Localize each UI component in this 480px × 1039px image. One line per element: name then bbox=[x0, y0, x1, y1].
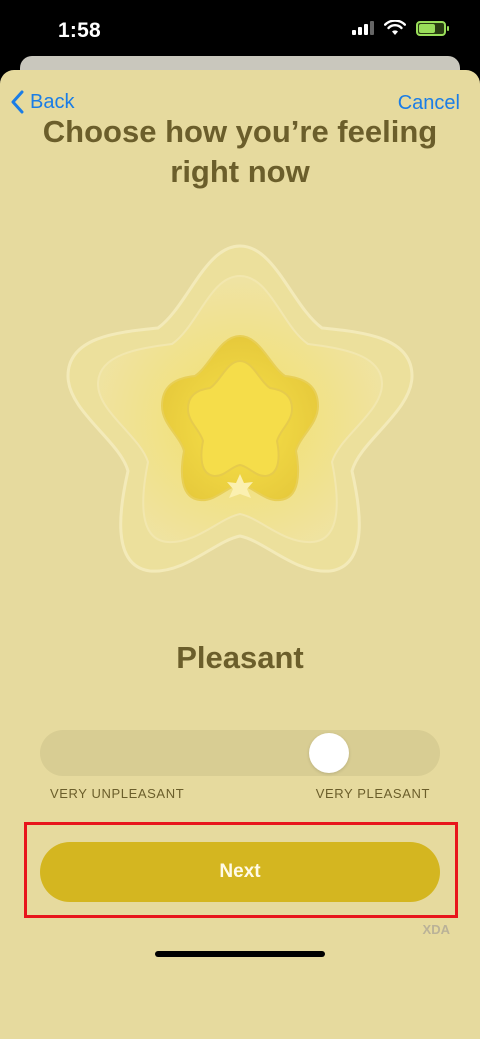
battery-charging-icon bbox=[416, 20, 449, 36]
slider-max-label: VERY PLEASANT bbox=[315, 786, 430, 801]
mood-slider[interactable] bbox=[40, 730, 440, 776]
mood-label: Pleasant bbox=[176, 640, 304, 675]
status-time: 1:58 bbox=[58, 19, 101, 42]
cellular-signal-icon bbox=[352, 21, 374, 35]
mood-flower-illustration bbox=[66, 244, 414, 573]
back-label: Back bbox=[30, 90, 75, 113]
next-button[interactable]: Next bbox=[40, 842, 440, 902]
status-bar: 1:58 bbox=[0, 0, 480, 62]
slider-labels: VERY UNPLEASANT VERY PLEASANT bbox=[50, 786, 430, 801]
wifi-icon bbox=[384, 20, 406, 35]
watermark-logo: XDA bbox=[422, 922, 450, 937]
mood-slider-thumb[interactable] bbox=[308, 733, 349, 773]
back-button[interactable]: Back bbox=[10, 90, 74, 114]
home-indicator bbox=[155, 951, 325, 957]
status-icons bbox=[352, 20, 449, 36]
page-title: Choose how you’re feeling right now bbox=[42, 114, 438, 189]
slider-min-label: VERY UNPLEASANT bbox=[50, 786, 185, 801]
chevron-left-icon bbox=[11, 90, 24, 114]
